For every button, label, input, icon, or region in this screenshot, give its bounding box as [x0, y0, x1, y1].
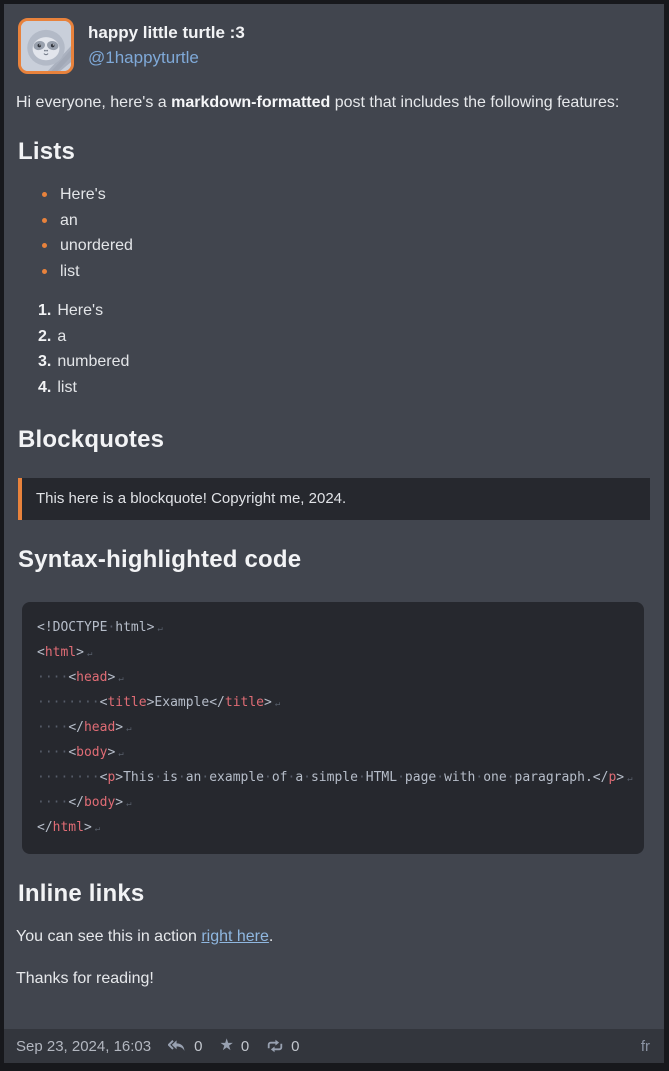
- newline-icon: ↵: [95, 824, 100, 834]
- post-card: happy little turtle :3 @1happyturtle Hi …: [4, 4, 664, 1063]
- favourite-button[interactable]: ★ 0: [219, 1038, 249, 1055]
- boost-button[interactable]: 0: [266, 1038, 299, 1055]
- list-item: 4. list: [38, 375, 650, 401]
- heading-code: Syntax-highlighted code: [18, 546, 650, 574]
- author-info: happy little turtle :3 @1happyturtle: [88, 22, 245, 70]
- list-item-text: a: [57, 328, 66, 345]
- heading-lists: Lists: [18, 138, 650, 166]
- boost-count: 0: [291, 1038, 299, 1055]
- list-number: 1.: [38, 302, 51, 319]
- list-number: 3.: [38, 353, 51, 370]
- avatar[interactable]: [18, 18, 74, 74]
- code-line: <html>↵: [37, 641, 629, 666]
- star-icon: ★: [219, 1038, 233, 1054]
- reply-count: 0: [194, 1038, 202, 1055]
- link-text-end: .: [269, 928, 273, 945]
- boost-icon: [266, 1039, 284, 1053]
- right-here-link[interactable]: right here: [201, 928, 269, 945]
- newline-icon: ↵: [126, 799, 131, 809]
- display-name: happy little turtle :3: [88, 22, 245, 45]
- code-line: ····<body>↵: [37, 741, 629, 766]
- list-item: 1. Here's: [38, 298, 650, 324]
- list-item-text: numbered: [57, 353, 129, 370]
- code-line: ····</body>↵: [37, 791, 629, 816]
- timestamp: Sep 23, 2024, 16:03: [16, 1038, 151, 1055]
- bullet-icon: [42, 192, 47, 197]
- code-line: ········<title>Example</title>↵: [37, 691, 629, 716]
- intro-bold: markdown-formatted: [171, 94, 330, 111]
- post-header: happy little turtle :3 @1happyturtle: [18, 18, 650, 74]
- language-tag: fr: [641, 1038, 650, 1055]
- code-line: ········<p>This·is·an·example·of·a·simpl…: [37, 766, 629, 791]
- newline-icon: ↵: [275, 699, 280, 709]
- intro-text-start: Hi everyone, here's a: [16, 94, 171, 111]
- code-block: <!DOCTYPE·html>↵<html>↵····<head>↵······…: [22, 602, 644, 854]
- list-item: unordered: [42, 233, 650, 259]
- link-paragraph: You can see this in action right here.: [16, 924, 650, 950]
- code-line: </html>↵: [37, 816, 629, 841]
- newline-icon: ↵: [118, 749, 123, 759]
- list-item: 2. a: [38, 324, 650, 350]
- post-footer: Sep 23, 2024, 16:03 0 ★ 0 0 fr: [4, 1029, 664, 1063]
- newline-icon: ↵: [157, 624, 162, 634]
- heading-inline-links: Inline links: [18, 880, 650, 908]
- newline-icon: ↵: [627, 774, 632, 784]
- list-item-text: an: [60, 208, 78, 234]
- reply-icon: [168, 1039, 187, 1054]
- list-item-text: list: [57, 379, 77, 396]
- newline-icon: ↵: [118, 674, 123, 684]
- reply-button[interactable]: 0: [168, 1038, 202, 1055]
- favourite-count: 0: [241, 1038, 249, 1055]
- intro-text-end: post that includes the following feature…: [330, 94, 619, 111]
- list-item-text: unordered: [60, 233, 133, 259]
- unordered-list: Here's an unordered list: [42, 182, 650, 284]
- heading-blockquotes: Blockquotes: [18, 426, 650, 454]
- list-number: 4.: [38, 379, 51, 396]
- post-content: happy little turtle :3 @1happyturtle Hi …: [4, 4, 664, 1029]
- code-line: <!DOCTYPE·html>↵: [37, 616, 629, 641]
- list-item: an: [42, 208, 650, 234]
- outro-paragraph: Thanks for reading!: [16, 966, 650, 992]
- newline-icon: ↵: [126, 724, 131, 734]
- bullet-icon: [42, 218, 47, 223]
- list-item: 3. numbered: [38, 349, 650, 375]
- list-item-text: list: [60, 259, 80, 285]
- list-item-text: Here's: [57, 302, 103, 319]
- sloth-avatar-image: [21, 21, 71, 71]
- newline-icon: ↵: [87, 649, 92, 659]
- list-item-text: Here's: [60, 182, 106, 208]
- ordered-list: 1. Here's 2. a 3. numbered 4. list: [38, 298, 650, 400]
- list-number: 2.: [38, 328, 51, 345]
- code-line: ····<head>↵: [37, 666, 629, 691]
- link-text-start: You can see this in action: [16, 928, 201, 945]
- list-item: Here's: [42, 182, 650, 208]
- list-item: list: [42, 259, 650, 285]
- code-line: ····</head>↵: [37, 716, 629, 741]
- author-handle[interactable]: @1happyturtle: [88, 45, 245, 71]
- bullet-icon: [42, 243, 47, 248]
- blockquote: This here is a blockquote! Copyright me,…: [18, 478, 650, 520]
- intro-paragraph: Hi everyone, here's a markdown-formatted…: [16, 90, 650, 116]
- bullet-icon: [42, 269, 47, 274]
